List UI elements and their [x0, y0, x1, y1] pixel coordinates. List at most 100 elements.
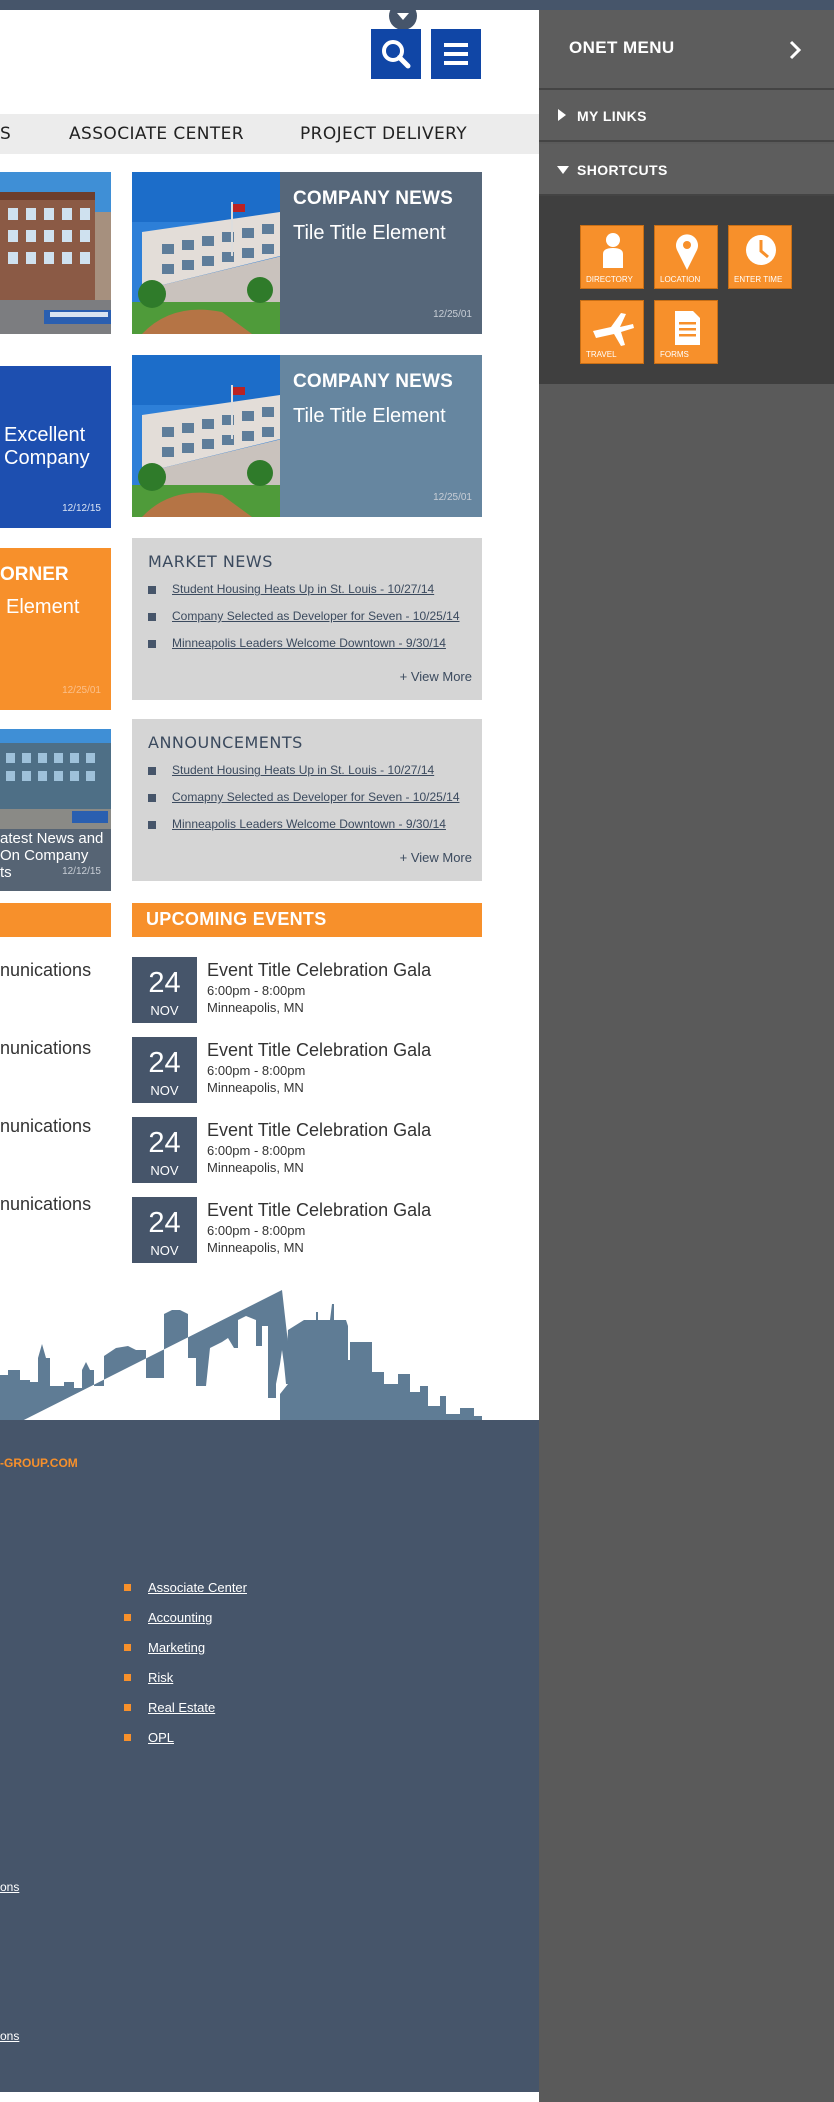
tile-title-line2: On Company	[0, 847, 89, 864]
footer-link-partial[interactable]: ons	[0, 1880, 19, 1894]
market-news-panel: MARKET NEWS Student Housing Heats Up in …	[132, 538, 482, 700]
event-title: Event Title Celebration Gala	[207, 1120, 432, 1140]
market-news-heading: MARKET NEWS	[148, 552, 273, 571]
tile-date: 12/12/15	[62, 866, 101, 877]
page: S ASSOCIATE CENTER PROJECT DELIVERY Exce…	[0, 0, 834, 2102]
event-item[interactable]: 24 NOV Event Title Celebration Gala 6:00…	[132, 1037, 512, 1103]
tile-title: Tile Title Element	[293, 405, 446, 427]
shortcut-label: ENTER TIME	[734, 275, 783, 284]
sidebar-section-label: SHORTCUTS	[577, 162, 668, 178]
corner-tile[interactable]: ORNER Element 12/25/01	[0, 548, 111, 710]
sidebar-section-my-links[interactable]: MY LINKS	[539, 90, 834, 142]
sidebar-section-label: MY LINKS	[577, 108, 647, 124]
communications-bar	[0, 903, 111, 937]
footer-link[interactable]: Associate Center	[124, 1580, 247, 1610]
tile-date: 12/25/01	[433, 492, 472, 503]
building-photo	[0, 172, 111, 334]
event-day: 24	[148, 1127, 181, 1159]
photo-news-tile-left[interactable]: atest News and On Company ts 12/12/15	[0, 729, 111, 891]
event-date-badge: 24 NOV	[132, 1117, 197, 1183]
event-item[interactable]: 24 NOV Event Title Celebration Gala 6:00…	[132, 957, 512, 1023]
announcement-link[interactable]: Student Housing Heats Up in St. Louis - …	[148, 763, 460, 790]
collapse-tab-handle[interactable]	[389, 10, 417, 30]
tile-title-line3: ts	[0, 864, 12, 881]
tile-title: Element	[6, 596, 80, 618]
footer-links: Associate Center Accounting Marketing Ri…	[124, 1580, 247, 1760]
footer-link-partial[interactable]: ons	[0, 2029, 19, 2043]
event-location: Minneapolis, MN	[207, 1080, 304, 1095]
announcement-link[interactable]: Comapny Selected as Developer for Seven …	[148, 790, 460, 817]
footer: -GROUP.COM Associate Center Accounting M…	[0, 1420, 539, 2092]
city-skyline-graphic	[0, 1290, 539, 1432]
main-nav: S ASSOCIATE CENTER PROJECT DELIVERY	[0, 114, 539, 154]
shortcut-label: FORMS	[660, 350, 689, 359]
menu-button[interactable]	[431, 29, 481, 79]
sidebar-section-shortcuts[interactable]: SHORTCUTS	[539, 144, 834, 196]
announcements-panel: ANNOUNCEMENTS Student Housing Heats Up i…	[132, 719, 482, 881]
search-button[interactable]	[371, 29, 421, 79]
footer-link[interactable]: Risk	[124, 1670, 247, 1700]
shortcut-forms[interactable]: FORMS	[654, 300, 718, 364]
communication-item[interactable]: nunications	[0, 1116, 91, 1137]
market-news-link[interactable]: Student Housing Heats Up in St. Louis - …	[148, 582, 460, 609]
tile-date: 12/12/15	[62, 503, 101, 514]
view-more-link[interactable]: + View More	[400, 669, 472, 684]
company-news-tile-2[interactable]: COMPANY NEWS Tile Title Element 12/25/01	[132, 355, 482, 517]
communication-item[interactable]: nunications	[0, 1194, 91, 1215]
footer-link[interactable]: Accounting	[124, 1610, 247, 1640]
communication-item[interactable]: nunications	[0, 1038, 91, 1059]
event-month: NOV	[150, 1163, 179, 1178]
event-time: 6:00pm - 8:00pm	[207, 983, 306, 998]
event-location: Minneapolis, MN	[207, 1000, 304, 1015]
tile-title: Tile Title Element	[293, 222, 446, 244]
event-location: Minneapolis, MN	[207, 1160, 304, 1175]
announcement-link[interactable]: Minneapolis Leaders Welcome Downtown - 9…	[148, 817, 460, 844]
shortcuts-panel: DIRECTORY LOCATION ENTER TIME TRAVEL FOR…	[539, 196, 834, 384]
chevron-right-icon[interactable]	[788, 39, 802, 61]
development-photo	[0, 729, 111, 829]
event-item[interactable]: 24 NOV Event Title Celebration Gala 6:00…	[132, 1117, 512, 1183]
tile-title-line2: Company	[4, 447, 90, 469]
top-strip	[0, 0, 834, 10]
event-location: Minneapolis, MN	[207, 1240, 304, 1255]
view-more-link[interactable]: + View More	[400, 850, 472, 865]
caret-down-icon	[557, 166, 569, 174]
sidebar-header[interactable]: ONET MENU	[539, 10, 834, 90]
sidebar-title: ONET MENU	[569, 38, 675, 57]
event-date-badge: 24 NOV	[132, 957, 197, 1023]
event-day: 24	[148, 1047, 181, 1079]
event-title: Event Title Celebration Gala	[207, 960, 432, 980]
shortcut-directory[interactable]: DIRECTORY	[580, 225, 644, 289]
market-news-link[interactable]: Minneapolis Leaders Welcome Downtown - 9…	[148, 636, 460, 663]
market-news-list: Student Housing Heats Up in St. Louis - …	[148, 582, 460, 663]
upcoming-events-heading: UPCOMING EVENTS	[132, 903, 482, 937]
footer-link[interactable]: Marketing	[124, 1640, 247, 1670]
event-month: NOV	[150, 1003, 179, 1018]
shortcut-location[interactable]: LOCATION	[654, 225, 718, 289]
tile-category: ORNER	[0, 564, 69, 585]
nav-item-project-delivery[interactable]: PROJECT DELIVERY	[300, 124, 467, 144]
shortcut-enter-time[interactable]: ENTER TIME	[728, 225, 792, 289]
company-news-tile-1[interactable]: COMPANY NEWS Tile Title Element 12/25/01	[132, 172, 482, 334]
tile-category: COMPANY NEWS	[293, 188, 454, 209]
announcements-heading: ANNOUNCEMENTS	[148, 733, 303, 752]
nav-item-associate-center[interactable]: ASSOCIATE CENTER	[69, 124, 244, 144]
footer-domain[interactable]: -GROUP.COM	[0, 1456, 78, 1470]
event-item[interactable]: 24 NOV Event Title Celebration Gala 6:00…	[132, 1197, 512, 1263]
shortcut-travel[interactable]: TRAVEL	[580, 300, 644, 364]
shortcut-label: LOCATION	[660, 275, 701, 284]
promo-tile-excellent-company[interactable]: Excellent Company 12/12/15	[0, 366, 111, 528]
office-building-photo	[132, 172, 282, 334]
nav-item-partial[interactable]: S	[0, 124, 11, 144]
event-month: NOV	[150, 1243, 179, 1258]
market-news-link[interactable]: Company Selected as Developer for Seven …	[148, 609, 460, 636]
footer-link[interactable]: OPL	[124, 1730, 247, 1760]
footer-link[interactable]: Real Estate	[124, 1700, 247, 1730]
communication-item[interactable]: nunications	[0, 960, 91, 981]
caret-right-icon	[558, 109, 566, 121]
onet-menu-sidebar: ONET MENU MY LINKS SHORTCUTS DIRECTORY L…	[539, 10, 834, 2102]
tile-date: 12/25/01	[433, 309, 472, 320]
tile-title-line1: Excellent	[4, 424, 86, 446]
event-day: 24	[148, 1207, 181, 1239]
photo-tile-left-top[interactable]	[0, 172, 111, 334]
